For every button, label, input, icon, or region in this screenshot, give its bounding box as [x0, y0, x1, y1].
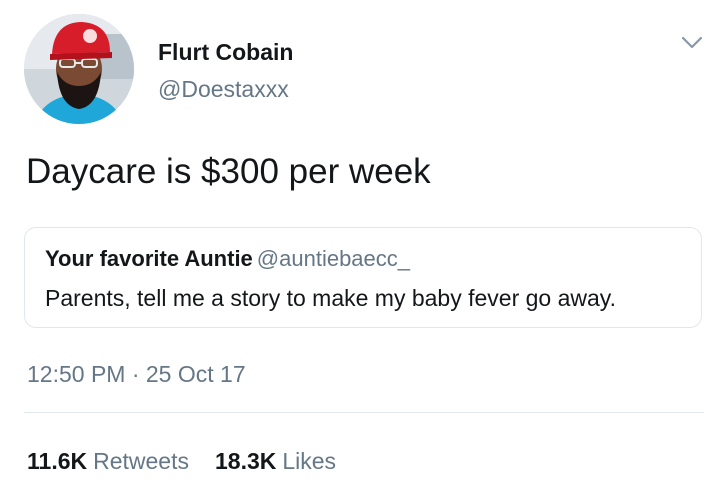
quoted-author-handle: @auntiebaecc_	[256, 246, 411, 271]
likes-count: 18.3K	[214, 448, 277, 474]
tweet-text: Daycare is $300 per week	[26, 152, 431, 191]
retweets-count: 11.6K	[27, 448, 88, 474]
quoted-tweet-header: Your favorite Auntie @auntiebaecc_	[45, 246, 410, 272]
quoted-tweet-text: Parents, tell me a story to make my baby…	[45, 285, 616, 311]
author-avatar[interactable]	[24, 14, 134, 124]
retweets-label: Retweets	[93, 448, 189, 474]
avatar-image	[24, 14, 134, 124]
likes-stat[interactable]: 18.3K Likes	[215, 448, 336, 475]
retweets-stat[interactable]: 11.6K Retweets	[27, 448, 189, 475]
tweet-stats: 11.6K Retweets 18.3K Likes	[27, 448, 336, 475]
quoted-author-name: Your favorite Auntie	[45, 246, 253, 271]
tweet-timestamp[interactable]: 12:50 PM · 25 Oct 17	[27, 361, 246, 388]
chevron-down-icon[interactable]	[678, 32, 706, 52]
tweet-card: Flurt Cobain @Doestaxxx Daycare is $300 …	[0, 0, 728, 494]
divider	[24, 412, 704, 413]
author-display-name[interactable]: Flurt Cobain	[158, 39, 293, 66]
quoted-tweet[interactable]: Your favorite Auntie @auntiebaecc_ Parent…	[24, 227, 702, 328]
likes-label: Likes	[282, 448, 337, 474]
author-handle[interactable]: @Doestaxxx	[158, 76, 289, 103]
